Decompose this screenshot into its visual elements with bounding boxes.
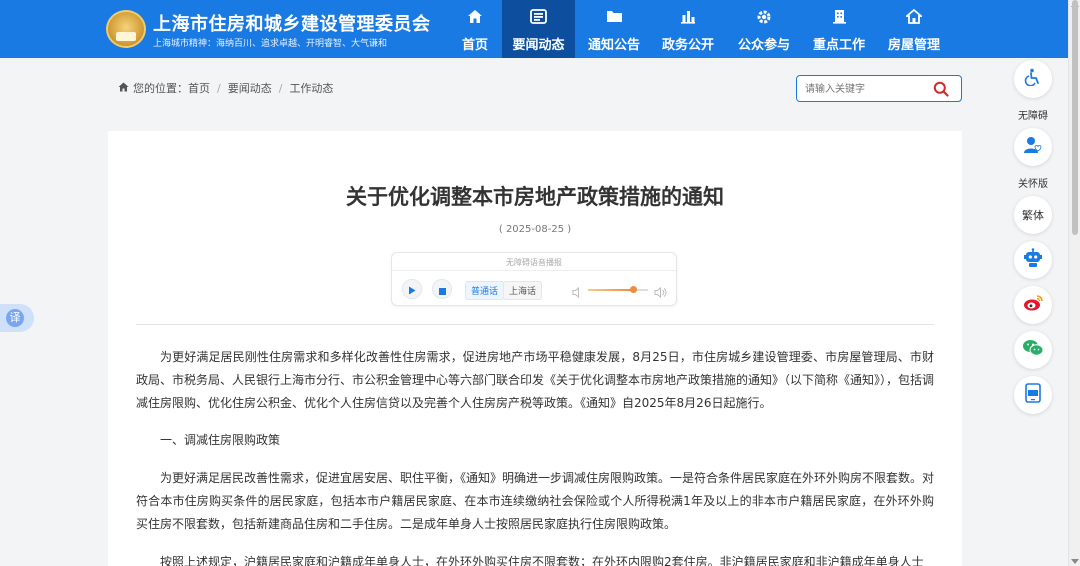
article-paragraph: 为更好满足居民刚性住房需求和多样化改善性住房需求，促进房地产市场平稳健康发展，8… (136, 350, 935, 410)
search-input[interactable] (805, 81, 925, 97)
nav-item-notices[interactable]: 通知公告 (584, 0, 644, 58)
lang-shanghainese-button[interactable]: 上海话 (503, 281, 543, 300)
wechat-button[interactable] (1014, 331, 1052, 369)
article-section-heading: 一、调减住房限购政策 (160, 433, 281, 447)
page-scrollbar[interactable] (1068, 0, 1080, 566)
header-bar: 上海市住房和城乡建设管理委员会 上海城市精神：海纳百川、追求卓越、开明睿智、大气… (0, 0, 1080, 58)
breadcrumb-prefix: 您的位置： (133, 82, 188, 95)
mobile-app-button[interactable] (1014, 376, 1052, 414)
home-icon (118, 82, 129, 95)
article-paragraph: 按照上述规定，沪籍居民家庭和沪籍成年单身人士，在外环外购买住房不限套数；在外环内… (160, 555, 924, 566)
robot-assistant-button[interactable] (1014, 241, 1052, 279)
nav-label: 要闻动态 (512, 38, 565, 53)
breadcrumb: 您的位置： 首页 / 要闻动态 / 工作动态 (118, 80, 333, 96)
play-button[interactable] (402, 279, 422, 299)
translate-label: 译 (6, 309, 24, 327)
weibo-button[interactable] (1014, 286, 1052, 324)
breadcrumb-separator: / (217, 81, 221, 95)
nav-item-home[interactable]: 首页 (450, 0, 500, 58)
search-box (796, 75, 962, 102)
search-icon[interactable] (933, 81, 949, 101)
breadcrumb-news[interactable]: 要闻动态 (228, 80, 272, 96)
volume-knob[interactable] (629, 286, 637, 293)
nav-item-key-work[interactable]: 重点工作 (808, 0, 870, 58)
scroll-down-arrow-icon[interactable] (1071, 559, 1079, 564)
nav-item-housing[interactable]: 房屋管理 (884, 0, 944, 58)
breadcrumb-separator: / (278, 81, 283, 95)
player-divider (392, 270, 676, 271)
stop-icon (438, 280, 446, 299)
accessibility-button[interactable] (1014, 60, 1052, 98)
nav-label: 重点工作 (812, 38, 865, 53)
gear-icon (734, 9, 794, 25)
player-title: 无障碍语音播报 (506, 258, 562, 267)
wheelchair-icon (1024, 68, 1042, 90)
breadcrumb-home[interactable]: 首页 (188, 80, 210, 96)
play-icon (408, 280, 416, 299)
care-mode-button[interactable] (1014, 128, 1052, 166)
audio-player: 无障碍语音播报 普通话 上海话 (391, 252, 677, 306)
news-icon (502, 9, 575, 25)
wechat-icon (1022, 339, 1044, 361)
article-title: 关于优化调整本市房地产政策措施的通知 (346, 185, 724, 209)
nav-item-news[interactable]: 要闻动态 (502, 0, 575, 58)
breadcrumb-current[interactable]: 工作动态 (289, 80, 333, 96)
site-motto: 上海城市精神：海纳百川、追求卓越、开明睿智、大气谦和 (153, 39, 388, 49)
care-mode-label: 关怀版 (1018, 179, 1048, 190)
building-icon (808, 9, 870, 25)
home-icon (450, 9, 500, 25)
article-divider (136, 324, 934, 325)
scroll-thumb[interactable] (1072, 0, 1078, 235)
stop-button[interactable] (432, 279, 452, 299)
nav-label: 首页 (461, 38, 488, 53)
traditional-chinese-label: 繁体 (1022, 209, 1044, 222)
lang-mandarin-button[interactable]: 普通话 (465, 281, 505, 300)
nav-item-gov-info[interactable]: 政务公开 (658, 0, 718, 58)
nav-item-public[interactable]: 公众参与 (734, 0, 794, 58)
article-card: 关于优化调整本市房地产政策措施的通知 ( 2025-08-25 ) 无障碍语音播… (108, 131, 962, 566)
emblem-logo[interactable] (106, 10, 146, 48)
volume-slider[interactable] (588, 286, 648, 293)
app-icon (1024, 383, 1042, 407)
nav-label: 政务公开 (661, 38, 714, 53)
robot-icon (1023, 248, 1043, 272)
nav-label: 公众参与 (737, 38, 790, 53)
care-user-icon (1023, 136, 1043, 158)
nav-label: 房屋管理 (887, 38, 940, 53)
accessibility-label: 无障碍 (1018, 111, 1048, 122)
volume-fill (588, 289, 633, 291)
nav-label: 通知公告 (587, 38, 640, 53)
folder-icon (584, 9, 644, 25)
house-icon (884, 9, 944, 25)
volume-high-icon[interactable] (654, 283, 667, 302)
chart-icon (658, 9, 718, 25)
article-date: ( 2025-08-25 ) (498, 224, 572, 235)
weibo-icon (1023, 294, 1043, 316)
site-title[interactable]: 上海市住房和城乡建设管理委员会 (153, 10, 431, 36)
traditional-chinese-button[interactable]: 繁体 (1014, 196, 1052, 234)
translate-button[interactable]: 译 (0, 304, 34, 332)
article-paragraph: 为更好满足居民改善性需求，促进宜居安居、职住平衡，《通知》明确进一步调减住房限购… (136, 471, 935, 531)
volume-low-icon[interactable] (572, 283, 582, 302)
